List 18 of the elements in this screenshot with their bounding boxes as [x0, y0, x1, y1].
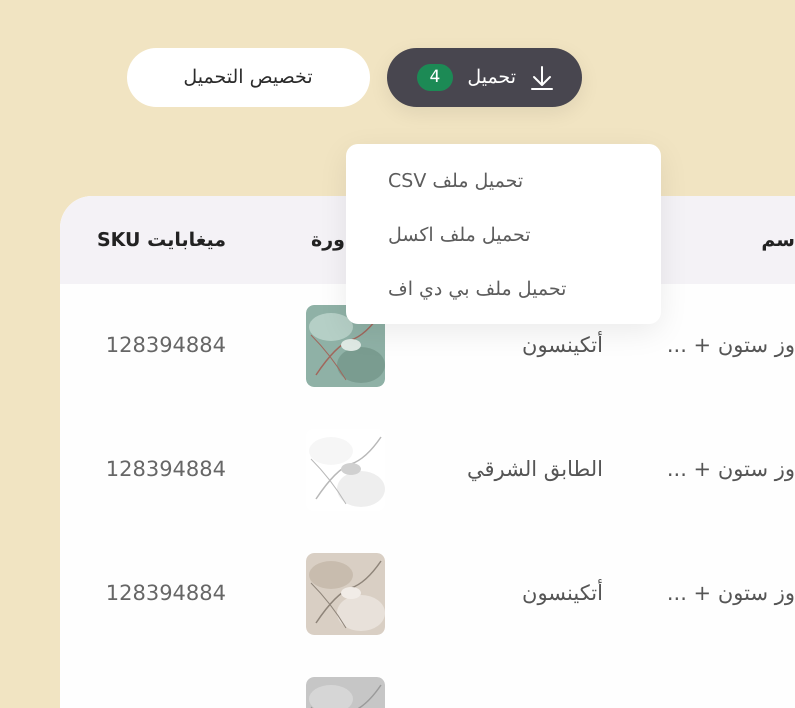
menu-item[interactable]: تحميل ملف اكسل — [346, 212, 661, 266]
sku-text: 128394884 — [106, 332, 226, 360]
product-name: أتكينسون — [522, 330, 603, 360]
product-name: أتكينسون — [522, 578, 603, 608]
menu-item[interactable]: تحميل ملف CSV — [346, 158, 661, 212]
column-header[interactable]: سم — [761, 226, 795, 254]
product-text: وز ستون + ... — [666, 580, 795, 608]
sku-text: 128394884 — [106, 580, 226, 608]
product-text: وز ستون + ... — [666, 332, 795, 360]
count-badge: 4 — [416, 64, 454, 92]
product-name: الطابق الشرقي — [467, 456, 603, 484]
customize-download-button[interactable]: تخصيص التحميل — [126, 48, 370, 107]
product-text: وز ستون + ... — [666, 456, 795, 484]
sku-text: 128394884 — [106, 456, 226, 484]
menu-item[interactable]: تحميل ملف بي دي اف — [346, 266, 661, 320]
column-header[interactable]: ورة — [311, 226, 345, 254]
download-icon — [530, 64, 554, 90]
column-header[interactable]: ميغابايت SKU — [96, 226, 226, 254]
